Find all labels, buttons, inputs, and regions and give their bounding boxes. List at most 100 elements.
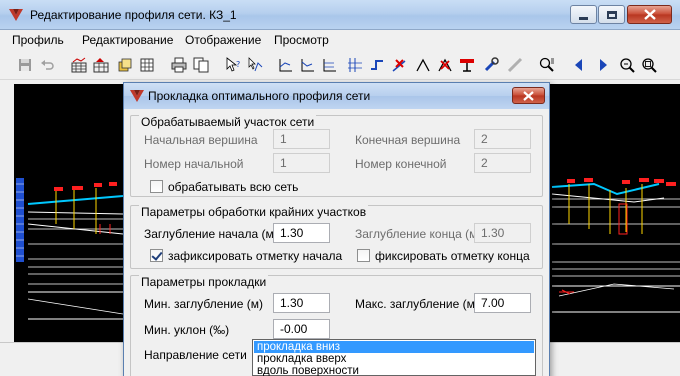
grid-axis-button[interactable]	[320, 56, 338, 74]
maximize-button[interactable]	[598, 5, 625, 24]
peak-button[interactable]	[414, 56, 432, 74]
window-title: Редактирование профиля сети. КЗ_1	[30, 8, 237, 22]
next-button[interactable]	[594, 56, 612, 74]
zoom-find-icon	[539, 57, 554, 72]
prev-button[interactable]	[570, 56, 588, 74]
process-all-checkbox[interactable]	[150, 180, 163, 193]
step-line-button[interactable]	[368, 56, 386, 74]
wells-icon	[348, 58, 362, 72]
profile-drawing-right	[551, 178, 680, 313]
dialog-logo-icon	[130, 90, 144, 102]
step-line-icon	[371, 60, 383, 70]
direction-dropdown-list[interactable]: прокладка вниз прокладка вверх вдоль пов…	[252, 339, 536, 376]
profile-grid-button[interactable]	[70, 56, 88, 74]
process-all-label[interactable]: обрабатывать всю сеть	[168, 180, 298, 194]
minimize-icon	[579, 16, 588, 20]
measure-button[interactable]	[506, 56, 524, 74]
direction-option-surface[interactable]: вдоль поверхности	[254, 365, 534, 376]
profile-grid-icon	[71, 57, 87, 73]
close-button[interactable]	[627, 5, 672, 24]
info-cursor-icon: ?	[226, 57, 240, 72]
undo-icon	[41, 60, 54, 70]
end-depth-label: Заглубление конца (м)	[355, 227, 482, 241]
remove-peak-button[interactable]	[436, 56, 454, 74]
start-depth-input[interactable]: 1.30	[273, 223, 330, 243]
find-button[interactable]	[538, 56, 556, 74]
copy-icon	[193, 57, 209, 73]
fix-start-label[interactable]: зафиксировать отметку начала	[168, 249, 342, 263]
wrench-icon	[484, 57, 499, 72]
select-points-button[interactable]	[246, 56, 264, 74]
save-button[interactable]	[16, 56, 34, 74]
print-icon	[171, 57, 187, 73]
axis-up-icon	[279, 59, 292, 72]
start-vertex-label: Начальная вершина	[144, 133, 258, 147]
table-icon	[140, 58, 154, 72]
svg-text:?: ?	[236, 60, 240, 69]
dialog-titlebar[interactable]: Прокладка оптимального профиля сети	[124, 83, 549, 109]
zoom-button[interactable]	[618, 56, 636, 74]
fix-end-checkbox[interactable]	[357, 249, 370, 262]
tools-button[interactable]	[482, 56, 500, 74]
minimize-button[interactable]	[570, 5, 597, 24]
min-depth-input[interactable]: 1.30	[273, 293, 330, 313]
save-icon	[19, 59, 31, 71]
print-button[interactable]	[170, 56, 188, 74]
end-number-field: 2	[474, 153, 531, 173]
pipe-laying-dialog: Прокладка оптимального профиля сети Обра…	[123, 82, 550, 376]
menu-profile[interactable]: Профиль	[12, 33, 64, 47]
close-icon	[643, 9, 656, 20]
direction-option-down[interactable]: прокладка вниз	[254, 341, 534, 353]
min-slope-input[interactable]: -0.00	[273, 319, 330, 339]
profile-edit-button[interactable]	[92, 56, 110, 74]
max-depth-input[interactable]: 7.00	[474, 293, 531, 313]
min-depth-label: Мин. заглубление (м)	[144, 297, 264, 311]
peak-icon	[416, 58, 430, 72]
undo-button[interactable]	[38, 56, 56, 74]
table-button[interactable]	[138, 56, 156, 74]
pipe-laying-button[interactable]	[458, 56, 476, 74]
start-depth-label: Заглубление начала (м)	[144, 227, 278, 241]
vertical-axis-button[interactable]	[276, 56, 294, 74]
end-vertex-label: Конечная вершина	[355, 133, 461, 147]
info-button[interactable]: ?	[224, 56, 242, 74]
menu-view[interactable]: Просмотр	[274, 33, 329, 47]
max-depth-label: Макс. заглубление (м)	[355, 297, 479, 311]
layers-button[interactable]	[116, 56, 134, 74]
restore-icon	[606, 10, 617, 19]
app-logo-icon	[9, 9, 23, 21]
pipe-laying-icon	[460, 59, 474, 72]
menu-edit[interactable]: Редактирование	[82, 33, 173, 47]
layers-icon	[118, 58, 132, 72]
zoom-all-button[interactable]	[640, 56, 658, 74]
start-vertex-field: 1	[273, 129, 330, 149]
direction-option-up[interactable]: прокладка вверх	[254, 353, 534, 365]
dialog-close-button[interactable]	[512, 87, 545, 104]
toolbar: ?	[0, 50, 680, 80]
menubar: Профиль Редактирование Отображение Просм…	[0, 30, 680, 50]
axis-down-icon	[301, 59, 314, 72]
menu-display[interactable]: Отображение	[185, 33, 261, 47]
min-slope-label: Мин. уклон (‰)	[144, 323, 230, 337]
wells-button[interactable]	[346, 56, 364, 74]
arrow-right-icon	[600, 59, 607, 71]
fix-end-label[interactable]: фиксировать отметку конца	[375, 249, 530, 263]
group-processed-section-title: Обрабатываемый участок сети	[139, 115, 317, 129]
zoom-all-icon	[642, 58, 657, 73]
direction-label: Направление сети	[144, 348, 247, 362]
horizontal-axis-button[interactable]	[298, 56, 316, 74]
main-titlebar[interactable]: Редактирование профиля сети. КЗ_1	[0, 0, 680, 30]
group-laying-params-title: Параметры прокладки	[139, 275, 269, 289]
profile-drawing-left	[16, 178, 124, 320]
delete-segment-button[interactable]	[390, 56, 408, 74]
group-edge-sections-title: Параметры обработки крайних участков	[139, 205, 369, 219]
arrow-left-icon	[575, 59, 582, 71]
axis-grid-icon	[323, 59, 336, 72]
start-number-field: 1	[273, 153, 330, 173]
copy-button[interactable]	[192, 56, 210, 74]
fix-start-checkbox[interactable]	[150, 249, 163, 262]
end-number-label: Номер конечной	[355, 157, 447, 171]
start-number-label: Номер начальной	[144, 157, 244, 171]
select-points-icon	[248, 57, 263, 72]
canvas-left-margin	[0, 84, 14, 342]
